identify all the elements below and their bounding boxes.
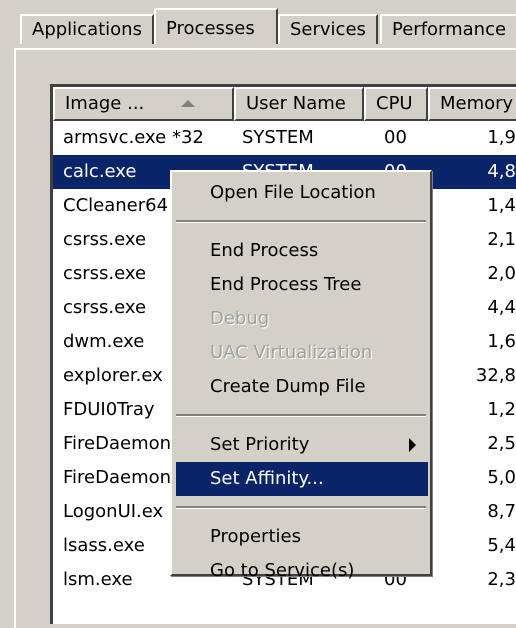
menu-separator — [176, 506, 426, 509]
process-image-name: FireDaemon — [63, 467, 172, 488]
menu-item-debug: Debug — [176, 302, 428, 336]
process-image-name: csrss.exe — [63, 297, 147, 318]
menu-item-label: Set Priority — [210, 434, 310, 455]
menu-item-end-process-tree[interactable]: End Process Tree — [176, 268, 428, 302]
process-memory: 1,9 — [487, 127, 516, 148]
menu-item-label: Properties — [210, 526, 301, 547]
process-memory: 2,0 — [487, 263, 516, 284]
process-memory: 4,8 — [487, 161, 516, 182]
submenu-arrow-icon — [409, 438, 416, 452]
menu-item-label: Open File Location — [210, 182, 376, 203]
process-image-name: calc.exe — [63, 161, 137, 182]
menu-item-label: Debug — [210, 308, 270, 329]
menu-separator — [176, 414, 426, 417]
menu-item-label: UAC Virtualization — [210, 342, 373, 363]
menu-item-label: Go to Service(s) — [210, 560, 355, 581]
process-image-name: CCleaner64 — [63, 195, 169, 216]
menu-item-label: End Process — [210, 240, 319, 261]
process-memory: 32,8 — [475, 365, 516, 386]
menu-item-label: End Process Tree — [210, 274, 362, 295]
column-header-user-name[interactable]: User Name — [234, 87, 364, 121]
process-cpu: 00 — [384, 127, 407, 148]
menu-item-set-priority[interactable]: Set Priority — [176, 428, 428, 462]
menu-item-label: Create Dump File — [210, 376, 366, 397]
menu-item-label: Set Affinity... — [210, 468, 324, 489]
tab-performance[interactable]: Performance — [380, 14, 516, 44]
process-memory: 1,2 — [487, 399, 516, 420]
menu-item-go-to-service-s[interactable]: Go to Service(s) — [176, 554, 428, 588]
process-memory: 5,4 — [487, 535, 516, 556]
menu-item-open-file-location[interactable]: Open File Location — [176, 176, 428, 210]
process-image-name: FireDaemon — [63, 433, 172, 454]
tab-services[interactable]: Services — [278, 14, 378, 44]
process-memory: 1,6 — [487, 331, 516, 352]
menu-item-end-process[interactable]: End Process — [176, 234, 428, 268]
process-image-name: lsm.exe — [63, 569, 133, 590]
process-memory: 2,1 — [487, 229, 516, 250]
process-memory: 4,4 — [487, 297, 516, 318]
menu-item-properties[interactable]: Properties — [176, 520, 428, 554]
process-image-name: csrss.exe — [63, 229, 147, 250]
context-menu: Open File Location End Process End Process… — [170, 170, 432, 581]
process-memory: 2,3 — [487, 569, 516, 590]
menu-item-set-affinity[interactable]: Set Affinity... — [176, 462, 428, 496]
column-header-cpu[interactable]: CPU — [364, 87, 428, 121]
process-memory: 8,7 — [487, 501, 516, 522]
process-row[interactable]: armsvc.exe *32 SYSTEM 00 1,9 — [53, 121, 516, 155]
process-image-name: csrss.exe — [63, 263, 147, 284]
process-image-name: FDUI0Tray — [63, 399, 155, 420]
process-image-name: lsass.exe — [63, 535, 145, 556]
sort-ascending-icon — [181, 100, 195, 107]
column-header-memory[interactable]: Memory — [428, 87, 516, 121]
tab-processes[interactable]: Processes — [154, 8, 278, 44]
menu-item-create-dump-file[interactable]: Create Dump File — [176, 370, 428, 404]
column-header-image-name[interactable]: Image ... — [53, 87, 234, 121]
column-header-label: Image ... — [65, 93, 145, 114]
process-memory: 2,5 — [487, 433, 516, 454]
process-image-name: explorer.ex — [63, 365, 163, 386]
menu-separator — [176, 220, 426, 223]
process-user-name: SYSTEM — [242, 127, 314, 148]
process-image-name: dwm.exe — [63, 331, 145, 352]
process-memory: 1,4 — [487, 195, 516, 216]
tab-applications[interactable]: Applications — [20, 14, 154, 44]
process-image-name: LogonUI.ex — [63, 501, 164, 522]
process-memory: 5,0 — [487, 467, 516, 488]
process-image-name: armsvc.exe *32 — [63, 127, 204, 148]
menu-item-uac-virtualization: UAC Virtualization — [176, 336, 428, 370]
